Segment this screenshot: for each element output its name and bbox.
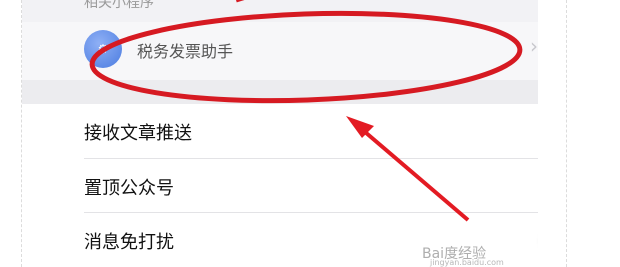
page-guide-right [566, 0, 568, 267]
section-gap [22, 80, 538, 104]
section-header: 相关小程序 [84, 0, 154, 11]
setting-row-pin-account[interactable]: 置顶公众号 [84, 159, 538, 212]
setting-label: 消息免打扰 [84, 232, 174, 253]
setting-label: 接收文章推送 [84, 123, 192, 144]
watermark-url: jingyan.baidu.com [430, 258, 504, 267]
setting-row-receive-push[interactable]: 接收文章推送 [84, 104, 538, 157]
mini-program-name: 税务发票助手 [137, 42, 234, 61]
phone-screen: 相关小程序 ⚙ 税务发票助手 › 接收文章推送 置顶公众号 消息免打扰 [22, 0, 538, 267]
setting-label: 置顶公众号 [84, 178, 174, 199]
chevron-right-icon: › [530, 34, 538, 58]
mini-program-row[interactable]: ⚙ 税务发票助手 › [22, 22, 538, 80]
mini-program-avatar-icon: ⚙ [84, 30, 122, 68]
